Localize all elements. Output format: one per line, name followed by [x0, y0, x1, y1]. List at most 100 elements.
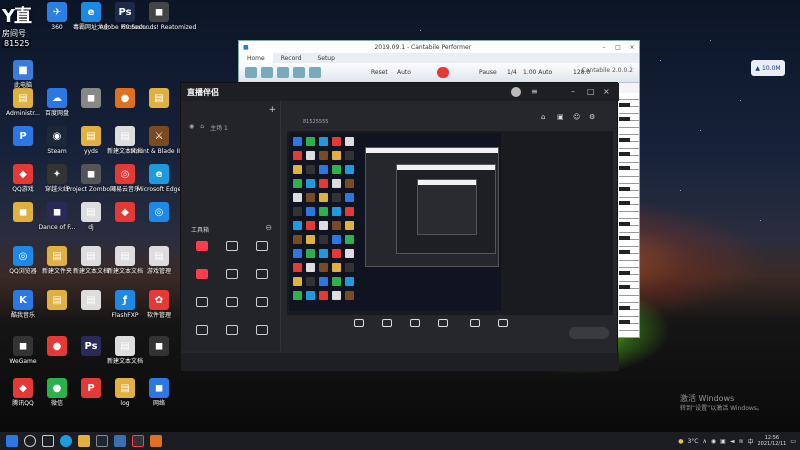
app-taskbar-icon[interactable] — [150, 435, 162, 447]
close-icon[interactable]: × — [603, 87, 610, 96]
desktop-icon[interactable]: ▤ dj — [74, 202, 108, 236]
tray-icon[interactable]: ▣ — [720, 438, 726, 445]
steam-icon[interactable] — [96, 435, 108, 447]
clock[interactable]: 12:56 2021/12/11 — [758, 435, 787, 447]
desktop-icon[interactable]: ▤ 游戏管理 — [142, 246, 176, 280]
desktop-icon[interactable]: ◼ — [74, 88, 108, 122]
lock-icon[interactable]: ⌂ — [200, 123, 204, 132]
tool-filter[interactable] — [247, 241, 277, 267]
desktop-icon[interactable]: ◼ 60 Seconds! Reatomized — [122, 2, 196, 36]
desktop-icon[interactable]: ▤ log — [108, 378, 142, 412]
tool-link-mic[interactable] — [187, 269, 217, 295]
ribbon-label-pause[interactable]: Pause — [479, 69, 497, 76]
user-icon[interactable]: ☺ — [573, 113, 580, 121]
action-speaker[interactable] — [489, 319, 517, 329]
close-icon[interactable]: × — [625, 44, 639, 51]
ime-icon[interactable]: 中 — [747, 437, 753, 446]
cantabile-taskbar-icon[interactable] — [114, 435, 126, 447]
ribbon-label-reset[interactable]: Reset — [371, 69, 388, 76]
desktop-icon[interactable]: K 酷我音乐 — [6, 290, 40, 324]
explorer-icon[interactable] — [78, 435, 90, 447]
desktop-icon[interactable]: ▤ 新建文本文档 — [73, 246, 109, 280]
action-live-screen[interactable] — [345, 319, 373, 329]
desktop-icon[interactable]: Ps — [74, 336, 108, 370]
notification-icon[interactable]: ▭ — [790, 438, 796, 445]
wifi-icon[interactable]: ≋ — [738, 438, 743, 445]
ribbon-label-auto[interactable]: Auto — [397, 69, 411, 76]
desktop-icon[interactable]: ◎ QQ浏览器 — [6, 246, 40, 280]
desktop-icon[interactable]: ▤ — [74, 290, 108, 324]
tool-camera[interactable] — [247, 297, 277, 323]
weather-text[interactable]: 3°C — [687, 438, 698, 445]
ribbon-button[interactable] — [309, 67, 321, 78]
gift-icon[interactable]: ▣ — [557, 113, 564, 121]
desktop-icon[interactable]: ▤ 新建文本文档 — [107, 336, 143, 370]
tool-multi-stream[interactable] — [217, 269, 247, 295]
cantabile-titlebar[interactable]: ■ 2019.09.1 - Cantabile Performer – □ × — [239, 41, 639, 53]
desktop-icon[interactable]: ☁ 百度网盘 — [40, 88, 74, 122]
desktop-icon[interactable]: ▤ 新建文本文档 — [107, 246, 143, 280]
minimize-icon[interactable]: – — [597, 44, 611, 51]
action-camera[interactable] — [373, 319, 401, 329]
tab-record[interactable]: Record — [273, 53, 310, 63]
tray-icon[interactable]: ∧ — [703, 438, 707, 445]
tool-more[interactable] — [247, 325, 277, 351]
desktop-icon[interactable]: ◆ — [108, 202, 142, 236]
desktop-icon[interactable]: ◼ Dance of F... — [39, 202, 75, 236]
minimize-icon[interactable]: – — [571, 87, 575, 96]
add-scene-icon[interactable]: + — [268, 105, 276, 115]
tray-icon[interactable]: ◉ — [711, 438, 716, 445]
action-microphone[interactable] — [461, 319, 489, 329]
desktop-icon[interactable]: ● — [40, 336, 74, 370]
desktop-icon[interactable]: ◎ — [142, 202, 176, 236]
action-phone-live[interactable] — [401, 319, 429, 329]
share-icon[interactable]: ⌂ — [541, 113, 545, 121]
ribbon-button[interactable] — [245, 67, 257, 78]
piano-keyboard[interactable] — [619, 93, 639, 337]
desktop-icon[interactable]: ◼ — [142, 336, 176, 370]
stream-taskbar-icon[interactable] — [132, 435, 144, 447]
ribbon-button[interactable] — [261, 67, 273, 78]
desktop-icon[interactable]: ◉ Steam — [40, 126, 74, 160]
edge-icon[interactable] — [60, 435, 72, 447]
maximize-icon[interactable]: □ — [611, 44, 625, 51]
volume-icon[interactable]: ◄ — [730, 438, 735, 445]
tool-music[interactable] — [217, 241, 247, 267]
tool-gift[interactable] — [187, 297, 217, 323]
tool-beauty[interactable] — [187, 241, 217, 267]
tool-pk[interactable] — [247, 269, 277, 295]
desktop-icon[interactable]: ◼ — [6, 202, 40, 236]
eye-icon[interactable]: ◉ — [189, 123, 194, 132]
desktop-icon[interactable]: ◼ WeGame — [6, 336, 40, 370]
ribbon-button[interactable] — [293, 67, 305, 78]
ribbon-label-quarter[interactable]: 1/4 — [507, 69, 517, 76]
tab-home[interactable]: Home — [239, 53, 273, 63]
search-icon[interactable] — [24, 435, 36, 447]
menu-icon[interactable]: ≡ — [531, 87, 538, 96]
desktop-icon[interactable]: e Microsoft Edge — [137, 164, 181, 198]
desktop-icon[interactable]: ● — [108, 88, 142, 122]
avatar[interactable] — [511, 87, 521, 97]
start-icon[interactable] — [6, 435, 18, 447]
tab-setup[interactable]: Setup — [309, 53, 342, 63]
collapse-icon[interactable]: ⊖ — [265, 223, 272, 232]
record-button-icon[interactable] — [437, 67, 449, 78]
desktop-icon[interactable]: ▤ — [142, 88, 176, 122]
ribbon-button[interactable] — [277, 67, 289, 78]
desktop-icon[interactable]: ▤ — [40, 290, 74, 324]
tool-record[interactable] — [217, 297, 247, 323]
desktop-icon[interactable]: P — [6, 126, 40, 160]
start-live-button[interactable] — [569, 327, 609, 339]
desktop-icon[interactable]: ⚔ Mount & Blade II ... — [130, 126, 188, 160]
desktop-icon[interactable]: ◆ 腾讯QQ — [6, 378, 40, 412]
weather-icon[interactable]: ● — [678, 438, 683, 445]
desktop-icon[interactable]: ✿ 软件管理 — [142, 290, 176, 324]
tool-screen[interactable] — [187, 325, 217, 351]
tool-download[interactable] — [217, 325, 247, 351]
desktop-icon[interactable]: P — [74, 378, 108, 412]
action-video[interactable] — [429, 319, 457, 329]
ribbon-label-rate[interactable]: 1.00 Auto — [523, 69, 552, 76]
preview-stage[interactable] — [287, 131, 613, 315]
task-view-icon[interactable] — [42, 435, 54, 447]
desktop-icon[interactable]: ◼ 网络 — [142, 378, 176, 412]
